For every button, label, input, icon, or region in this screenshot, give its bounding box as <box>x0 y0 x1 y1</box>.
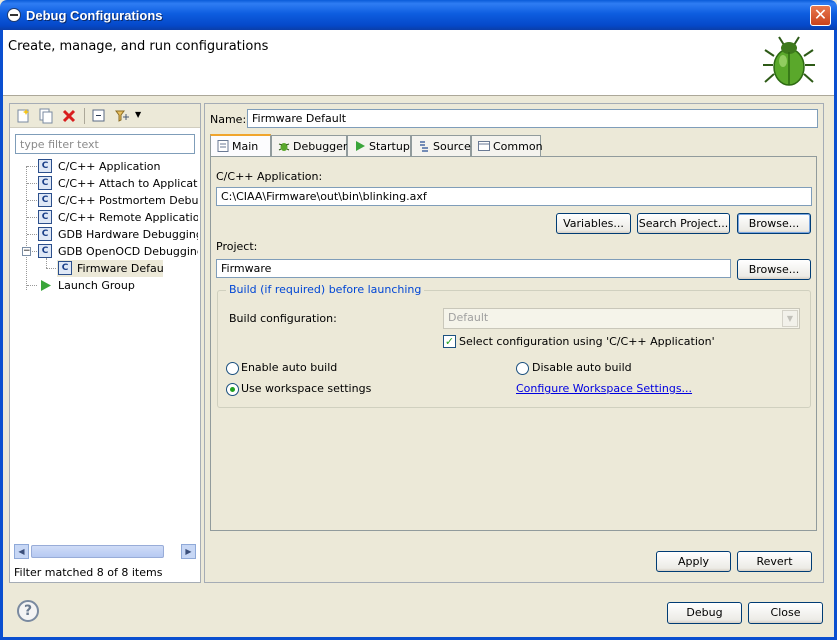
configuration-editor: Name: Firmware Default Main Debugger Sta… <box>204 103 824 583</box>
chevron-down-icon: ▼ <box>782 310 798 327</box>
search-project-button[interactable]: Search Project... <box>637 213 730 234</box>
cpp-application-input[interactable]: C:\CIAA\Firmware\out\bin\blinking.axf <box>216 187 812 206</box>
browse-application-button[interactable]: Browse... <box>737 213 811 234</box>
configure-workspace-link[interactable]: Configure Workspace Settings... <box>516 382 692 395</box>
collapse-toggle-icon[interactable]: − <box>22 247 31 256</box>
cpp-config-icon: C <box>38 193 52 207</box>
tab-main[interactable]: Main <box>210 134 271 158</box>
revert-button[interactable]: Revert <box>737 551 812 572</box>
window-frame-left <box>0 30 3 640</box>
common-icon <box>478 141 490 151</box>
cpp-config-icon: C <box>58 261 72 275</box>
tree-item-cpp-remote[interactable]: C C/C++ Remote Application <box>38 209 198 226</box>
duplicate-config-icon[interactable] <box>38 108 54 124</box>
tree-item-gdb-openocd[interactable]: C GDB OpenOCD Debugging <box>38 243 198 260</box>
filter-status: Filter matched 8 of 8 items <box>14 566 163 579</box>
filter-menu-chevron-down-icon[interactable]: ▼ <box>135 110 141 119</box>
main-tab-icon <box>217 140 229 152</box>
enable-auto-build-radio[interactable] <box>226 362 239 375</box>
title-bar: Debug Configurations ✕ <box>0 0 837 30</box>
filter-input[interactable]: type filter text <box>15 134 195 154</box>
build-group: Build (if required) before launching Bui… <box>217 283 811 408</box>
tab-debugger[interactable]: Debugger <box>271 135 347 157</box>
launch-group-play-icon <box>41 280 51 291</box>
tree-toolbar: ▼ <box>10 104 200 128</box>
tree-item-cpp-attach[interactable]: C C/C++ Attach to Application <box>38 175 198 192</box>
build-configuration-select[interactable]: Default ▼ <box>443 308 800 329</box>
cpp-config-icon: C <box>38 176 52 190</box>
cpp-config-icon: C <box>38 159 52 173</box>
build-group-title: Build (if required) before launching <box>226 283 425 296</box>
config-name-input[interactable]: Firmware Default <box>247 109 818 128</box>
build-configuration-label: Build configuration: <box>229 312 337 325</box>
filter-configs-icon[interactable] <box>114 108 130 124</box>
cpp-application-label: C/C++ Application: <box>216 170 323 183</box>
project-label: Project: <box>216 240 258 253</box>
tab-source[interactable]: Source <box>411 135 471 157</box>
cpp-config-icon: C <box>38 210 52 224</box>
tree-item-gdb-hardware[interactable]: C GDB Hardware Debugging <box>38 226 198 243</box>
close-window-button[interactable]: ✕ <box>810 5 831 26</box>
tree-item-launch-group[interactable]: Launch Group <box>38 277 198 294</box>
debugger-bug-icon <box>278 143 290 151</box>
configuration-tree-panel: ▼ type filter text C C/C++ Application C… <box>9 103 201 583</box>
apply-button[interactable]: Apply <box>656 551 731 572</box>
use-workspace-settings-label: Use workspace settings <box>241 382 372 395</box>
source-icon <box>420 141 428 152</box>
main-tab-content: C/C++ Application: C:\CIAA\Firmware\out\… <box>210 156 817 531</box>
tree-item-firmware-default[interactable]: C Firmware Default <box>57 260 163 277</box>
disable-auto-build-radio[interactable] <box>516 362 529 375</box>
project-input[interactable]: Firmware <box>216 259 731 278</box>
select-config-label: Select configuration using 'C/C++ Applic… <box>459 335 715 348</box>
tree-item-cpp-postmortem[interactable]: C C/C++ Postmortem Debugger <box>38 192 198 209</box>
enable-auto-build-label: Enable auto build <box>241 361 338 374</box>
variables-button[interactable]: Variables... <box>556 213 631 234</box>
use-workspace-settings-radio[interactable] <box>226 383 239 396</box>
name-label: Name: <box>210 113 247 126</box>
scroll-thumb[interactable] <box>31 545 164 558</box>
debug-bug-icon <box>763 36 815 86</box>
startup-play-icon <box>356 141 365 151</box>
tree-item-cpp-application[interactable]: C C/C++ Application <box>38 158 198 175</box>
collapse-all-icon[interactable] <box>91 108 107 124</box>
eclipse-app-icon <box>7 8 21 22</box>
tab-startup[interactable]: Startup <box>347 135 411 157</box>
scroll-left-icon[interactable]: ◀ <box>14 544 29 559</box>
cpp-config-icon: C <box>38 244 52 258</box>
delete-config-icon[interactable] <box>61 108 77 124</box>
help-icon[interactable]: ? <box>17 600 39 622</box>
tab-common[interactable]: Common <box>471 135 543 157</box>
debug-button[interactable]: Debug <box>667 602 742 624</box>
dialog-header: Create, manage, and run configurations <box>3 30 834 96</box>
new-config-icon[interactable] <box>15 108 31 124</box>
dialog-heading: Create, manage, and run configurations <box>8 39 269 54</box>
scroll-right-icon[interactable]: ▶ <box>181 544 196 559</box>
browse-project-button[interactable]: Browse... <box>737 259 811 280</box>
window-title: Debug Configurations <box>26 8 163 23</box>
cpp-config-icon: C <box>38 227 52 241</box>
disable-auto-build-label: Disable auto build <box>532 361 632 374</box>
close-button[interactable]: Close <box>748 602 823 624</box>
select-config-checkbox[interactable]: ✓ <box>443 335 456 348</box>
tree-horizontal-scrollbar[interactable]: ◀ ▶ <box>14 544 197 559</box>
